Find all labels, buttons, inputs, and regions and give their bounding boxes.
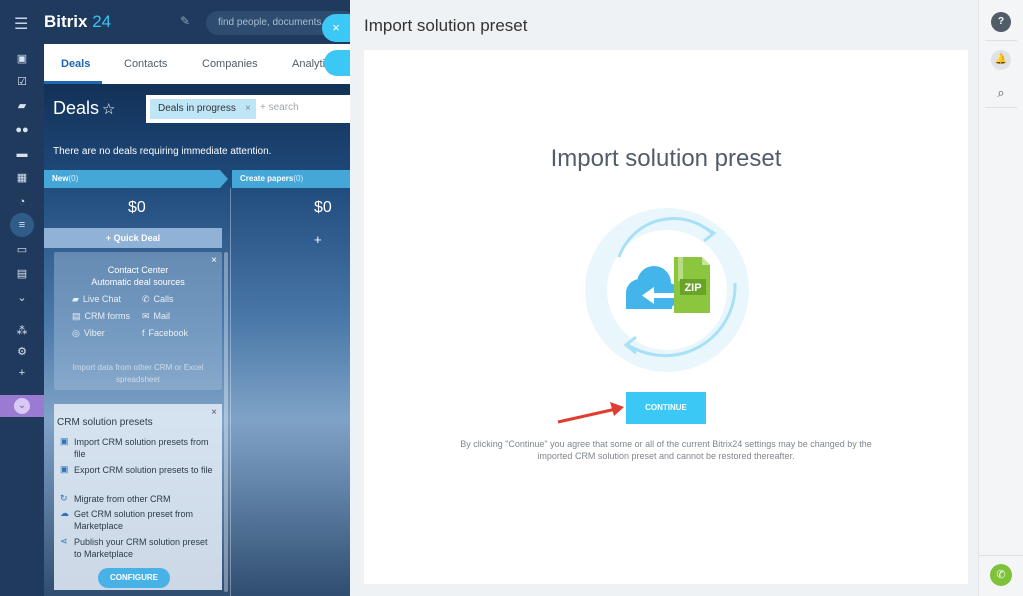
source-mail[interactable]: ✉ Mail — [142, 311, 170, 322]
add-icon[interactable]: + — [14, 366, 30, 380]
red-arrow-annotation — [557, 402, 624, 424]
close-icon[interactable]: × — [211, 407, 217, 418]
preset-export-link[interactable]: Export CRM solution presets to file — [74, 464, 214, 476]
menu-icon[interactable]: ☰ — [14, 14, 28, 34]
crm-deals-page: Deals Contacts Companies Analyti Deals ☆… — [44, 44, 350, 596]
import-slider-panel: Import solution preset Import solution p… — [350, 0, 978, 596]
star-icon[interactable]: ☆ — [102, 100, 115, 118]
scrollbar[interactable] — [224, 252, 228, 592]
help-icon[interactable]: ? — [991, 12, 1011, 32]
drive-icon[interactable]: ▬ — [14, 147, 30, 161]
share-icon: ⋖ — [60, 536, 68, 546]
continue-button[interactable]: CONTINUE — [626, 392, 706, 424]
pencil-icon[interactable]: ✎ — [180, 14, 190, 28]
configure-button[interactable]: CONFIGURE — [98, 568, 170, 588]
viber-icon: ◎ — [72, 328, 80, 338]
import-card: Import solution preset ZIP CONTINUE By c… — [364, 50, 968, 584]
tab-analytics[interactable]: Analyti — [292, 58, 325, 70]
divider — [985, 40, 1017, 41]
filter-chip[interactable]: Deals in progress × — [150, 99, 256, 119]
top-header: Bitrix 24 ✎ find people, documents, a — [44, 0, 356, 44]
facebook-icon: f — [142, 328, 145, 338]
divider — [979, 555, 1023, 556]
card-title: Contact Center — [107, 265, 169, 275]
stage-amount: $0 — [128, 199, 146, 216]
more-icon[interactable]: ⌄ — [14, 291, 30, 305]
column-divider — [230, 188, 231, 596]
logo[interactable]: Bitrix 24 — [44, 12, 111, 32]
quick-deal-button[interactable]: + Quick Deal — [44, 228, 222, 248]
zip-label: ZIP — [684, 282, 701, 294]
card-title: CRM solution presets — [57, 417, 153, 428]
migrate-icon: ↻ — [60, 493, 68, 503]
apps-button[interactable]: ⌄ — [0, 395, 44, 417]
sitemap-icon[interactable]: ⁂ — [14, 324, 30, 338]
calendar-icon[interactable]: ▦ — [14, 171, 30, 185]
preset-import-link[interactable]: Import CRM solution presets from file — [74, 436, 214, 460]
source-calls[interactable]: ✆ Calls — [142, 294, 174, 305]
employees-icon[interactable]: ●● — [14, 123, 30, 137]
tab-deals[interactable]: Deals — [61, 58, 90, 70]
chat-icon[interactable]: ▰ — [14, 99, 30, 113]
import-link[interactable]: Import data from other CRM or Excel spre… — [62, 362, 214, 386]
settings-icon[interactable]: ⚙ — [14, 345, 30, 359]
disclaimer-text: By clicking "Continue" you agree that so… — [460, 439, 872, 461]
stage-amount: $0 — [314, 199, 332, 216]
divider — [985, 107, 1017, 108]
apps-icon: ⌄ — [14, 398, 30, 414]
contact-center-icon[interactable]: ▤ — [14, 267, 30, 281]
chip-remove-icon[interactable]: × — [245, 99, 251, 119]
chat-icon: ▰ — [72, 294, 79, 304]
zip-file-icon: ZIP — [674, 257, 710, 313]
tab-contacts[interactable]: Contacts — [124, 58, 167, 70]
contact-center-card: × Contact Center Automatic deal sources … — [54, 252, 222, 390]
solution-presets-card: × CRM solution presets ▣ Import CRM solu… — [54, 404, 222, 590]
mail-icon: ✉ — [142, 311, 150, 321]
attention-notice: There are no deals requiring immediate a… — [53, 146, 272, 157]
cloud-icon: ☁ — [60, 508, 69, 518]
active-tab-indicator — [44, 81, 102, 84]
import-icon: ▣ — [60, 436, 69, 446]
bell-icon[interactable]: 🔔 — [991, 50, 1011, 70]
phone-icon[interactable]: ✆ — [990, 564, 1012, 586]
right-sidebar: ? 🔔 ⌕ ✆ — [978, 0, 1023, 596]
crm-tabs: Deals Contacts Companies Analyti — [44, 44, 350, 84]
form-icon: ▤ — [72, 311, 81, 321]
filter-search-input[interactable]: + search — [260, 102, 299, 113]
preset-migrate-link[interactable]: Migrate from other CRM — [74, 493, 214, 505]
card-subtitle: Automatic deal sources — [91, 277, 185, 287]
tabs-more-button[interactable] — [324, 50, 350, 76]
clock-icon[interactable]: ◔ — [14, 195, 30, 209]
search-icon[interactable]: ⌕ — [991, 83, 1011, 103]
add-deal-icon[interactable]: + — [314, 232, 322, 247]
slider-title: Import solution preset — [364, 16, 528, 35]
crm-icon[interactable]: ≡ — [10, 213, 34, 237]
source-viber[interactable]: ◎ Viber — [72, 328, 105, 339]
export-icon: ▣ — [60, 464, 69, 474]
sites-icon[interactable]: ▭ — [14, 243, 30, 257]
left-sidebar: ☰ ▣ ☑ ▰ ●● ▬ ▦ ◔ ≡ ▭ ▤ ⌄ ⁂ ⚙ + ⌄ — [0, 0, 44, 596]
feed-icon[interactable]: ▣ — [14, 52, 30, 66]
page-title: Deals — [53, 98, 100, 118]
preset-publish-link[interactable]: Publish your CRM solution preset to Mark… — [74, 536, 214, 560]
phone-icon: ✆ — [142, 294, 150, 304]
source-facebook[interactable]: f Facebook — [142, 328, 188, 338]
preset-marketplace-link[interactable]: Get CRM solution preset from Marketplace — [74, 508, 214, 532]
stage-new[interactable]: New(0) — [44, 170, 228, 188]
filter-bar[interactable]: Deals in progress × + search — [146, 95, 350, 123]
close-slider-button[interactable]: × — [322, 14, 350, 42]
stage-create-papers[interactable]: Create papers(0) — [232, 170, 350, 188]
tab-companies[interactable]: Companies — [202, 58, 258, 70]
tasks-icon[interactable]: ☑ — [14, 75, 30, 89]
source-crm-forms[interactable]: ▤ CRM forms — [72, 311, 130, 322]
import-illustration: ZIP — [585, 208, 749, 372]
source-live-chat[interactable]: ▰ Live Chat — [72, 294, 121, 305]
card-title: Import solution preset — [550, 145, 782, 172]
